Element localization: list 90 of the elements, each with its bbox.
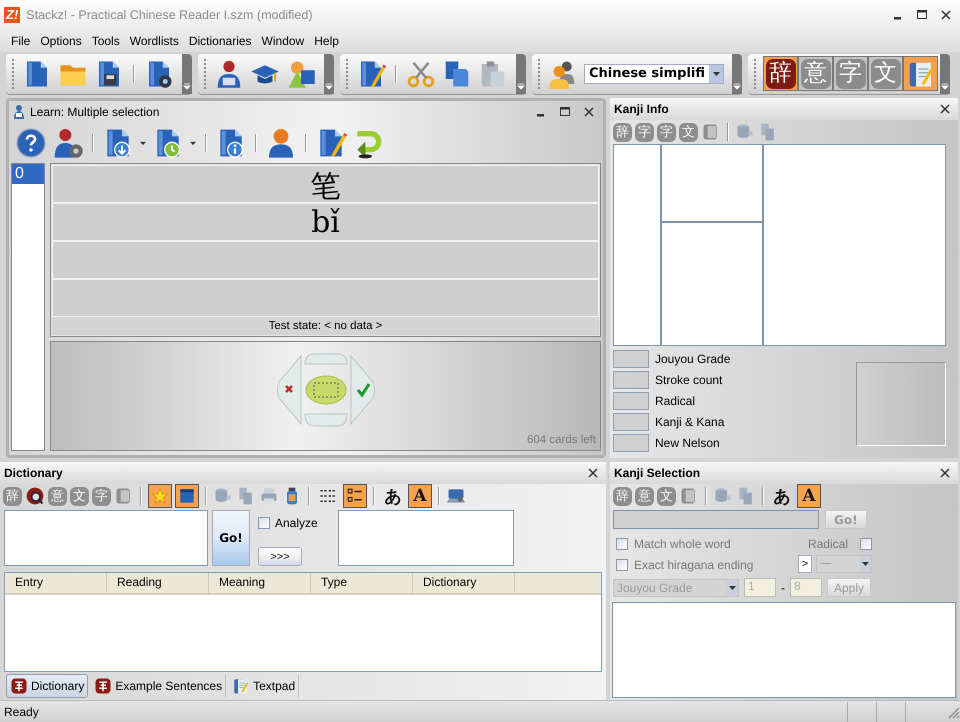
- mode-button[interactable]: 辞: [763, 56, 798, 91]
- test-state: Test state: < no data >: [268, 320, 382, 332]
- column-header[interactable]: Reading: [107, 573, 209, 593]
- info-value-field: [613, 371, 649, 389]
- toolbar-overflow-button[interactable]: [732, 54, 742, 94]
- card-text: 笔: [310, 168, 340, 206]
- info-value-field: [613, 350, 649, 368]
- info-label: Kanji & Kana: [655, 415, 724, 429]
- close-icon[interactable]: [587, 467, 599, 479]
- toolbar-overflow-button[interactable]: [940, 54, 950, 94]
- column-header[interactable]: Meaning: [209, 573, 311, 593]
- toolbar-overflow-button[interactable]: [324, 54, 334, 94]
- menu-item[interactable]: File: [6, 34, 36, 48]
- panel-title: Kanji Selection: [614, 466, 700, 480]
- info-label: Jouyou Grade: [655, 352, 730, 366]
- queue-item[interactable]: 0: [12, 164, 44, 184]
- caret-icon: [860, 561, 870, 567]
- panel-title: Kanji Info: [614, 102, 669, 116]
- caret-icon: [728, 584, 736, 590]
- menu-item[interactable]: Window: [256, 34, 310, 48]
- checkbox-label: Exact hiragana ending: [634, 558, 754, 572]
- checkbox[interactable]: [860, 538, 872, 550]
- menu-item[interactable]: Help: [309, 34, 344, 48]
- tab[interactable]: Example Sentences: [90, 674, 226, 698]
- checkbox[interactable]: [616, 538, 628, 550]
- close-icon[interactable]: [940, 9, 952, 21]
- script-button[interactable]: A: [797, 484, 821, 508]
- close-icon[interactable]: [583, 106, 595, 118]
- card-row[interactable]: bǐ: [52, 203, 599, 241]
- notebook-icon[interactable]: [232, 677, 250, 695]
- info-value-field: [613, 413, 649, 431]
- maximize-icon[interactable]: [916, 9, 928, 21]
- caret-icon[interactable]: [139, 140, 147, 146]
- script-button[interactable]: A: [408, 484, 432, 508]
- checkbox-label: Radical: [808, 537, 848, 551]
- script-button[interactable]: あ: [381, 484, 405, 508]
- close-icon[interactable]: [939, 467, 951, 479]
- language-dropdown[interactable]: Chinese simplifi: [584, 64, 724, 84]
- cards-left: 604 cards left: [526, 434, 596, 446]
- window-title: Learn: Multiple selection: [30, 105, 160, 119]
- caret-icon: [712, 70, 720, 76]
- show-answer-button[interactable]: [305, 376, 346, 404]
- menu-item[interactable]: Tools: [86, 34, 125, 48]
- menu-item[interactable]: Dictionaries: [184, 34, 257, 48]
- info-label: Radical: [655, 394, 696, 408]
- shapes-icon[interactable]: [286, 58, 316, 88]
- menu-item[interactable]: Wordlists: [124, 34, 184, 48]
- result-field[interactable]: [338, 510, 514, 566]
- help-icon[interactable]: [15, 127, 47, 159]
- tab[interactable]: Textpad: [228, 674, 300, 698]
- search-field[interactable]: [4, 510, 208, 566]
- app-logo: Z!: [4, 7, 20, 23]
- go-button[interactable]: Go!: [212, 510, 250, 566]
- tab[interactable]: Dictionary: [6, 674, 88, 698]
- info-label: Stroke count: [655, 373, 722, 387]
- info-value-field: [613, 392, 649, 410]
- next-button[interactable]: >: [798, 555, 812, 573]
- toolbar-overflow-button[interactable]: [182, 54, 192, 94]
- search-icon[interactable]: [25, 486, 45, 506]
- checkbox[interactable]: [258, 517, 270, 529]
- card-row[interactable]: 笔: [52, 165, 599, 203]
- script-button[interactable]: あ: [770, 484, 794, 508]
- checkbox-label: Analyze: [275, 516, 318, 530]
- window-title: Stackz! - Practical Chinese Reader I.szm (modified): [26, 8, 314, 22]
- user-gear-icon[interactable]: [52, 127, 84, 159]
- range-separator: -: [781, 580, 785, 594]
- more-button[interactable]: >>>: [258, 547, 302, 566]
- checkbox[interactable]: [616, 559, 628, 571]
- caret-icon[interactable]: [189, 140, 197, 146]
- info-label: New Nelson: [655, 436, 720, 450]
- menu-item[interactable]: Options: [35, 34, 87, 48]
- column-header[interactable]: Entry: [5, 573, 107, 593]
- status-text: Ready: [4, 704, 40, 718]
- info-value-field: [613, 434, 649, 452]
- wrong-answer-button[interactable]: [276, 356, 301, 424]
- column-header[interactable]: Dictionary: [413, 573, 515, 593]
- panel-title: Dictionary: [4, 466, 63, 480]
- checkbox-label: Match whole word: [634, 537, 731, 551]
- glyph-tile-icon[interactable]: [10, 677, 28, 695]
- close-icon[interactable]: [939, 103, 951, 115]
- kanji-search-field[interactable]: [613, 510, 819, 529]
- glyph-tile-icon[interactable]: [94, 677, 112, 695]
- resize-grip-icon[interactable]: [946, 704, 960, 718]
- toolbar-overflow-button[interactable]: [516, 54, 526, 94]
- column-header[interactable]: Type: [311, 573, 413, 593]
- maximize-icon[interactable]: [559, 106, 571, 118]
- kanji-list[interactable]: [612, 602, 956, 698]
- correct-answer-button[interactable]: [350, 356, 374, 424]
- person-icon: [13, 104, 25, 120]
- card-text: bǐ: [311, 204, 340, 240]
